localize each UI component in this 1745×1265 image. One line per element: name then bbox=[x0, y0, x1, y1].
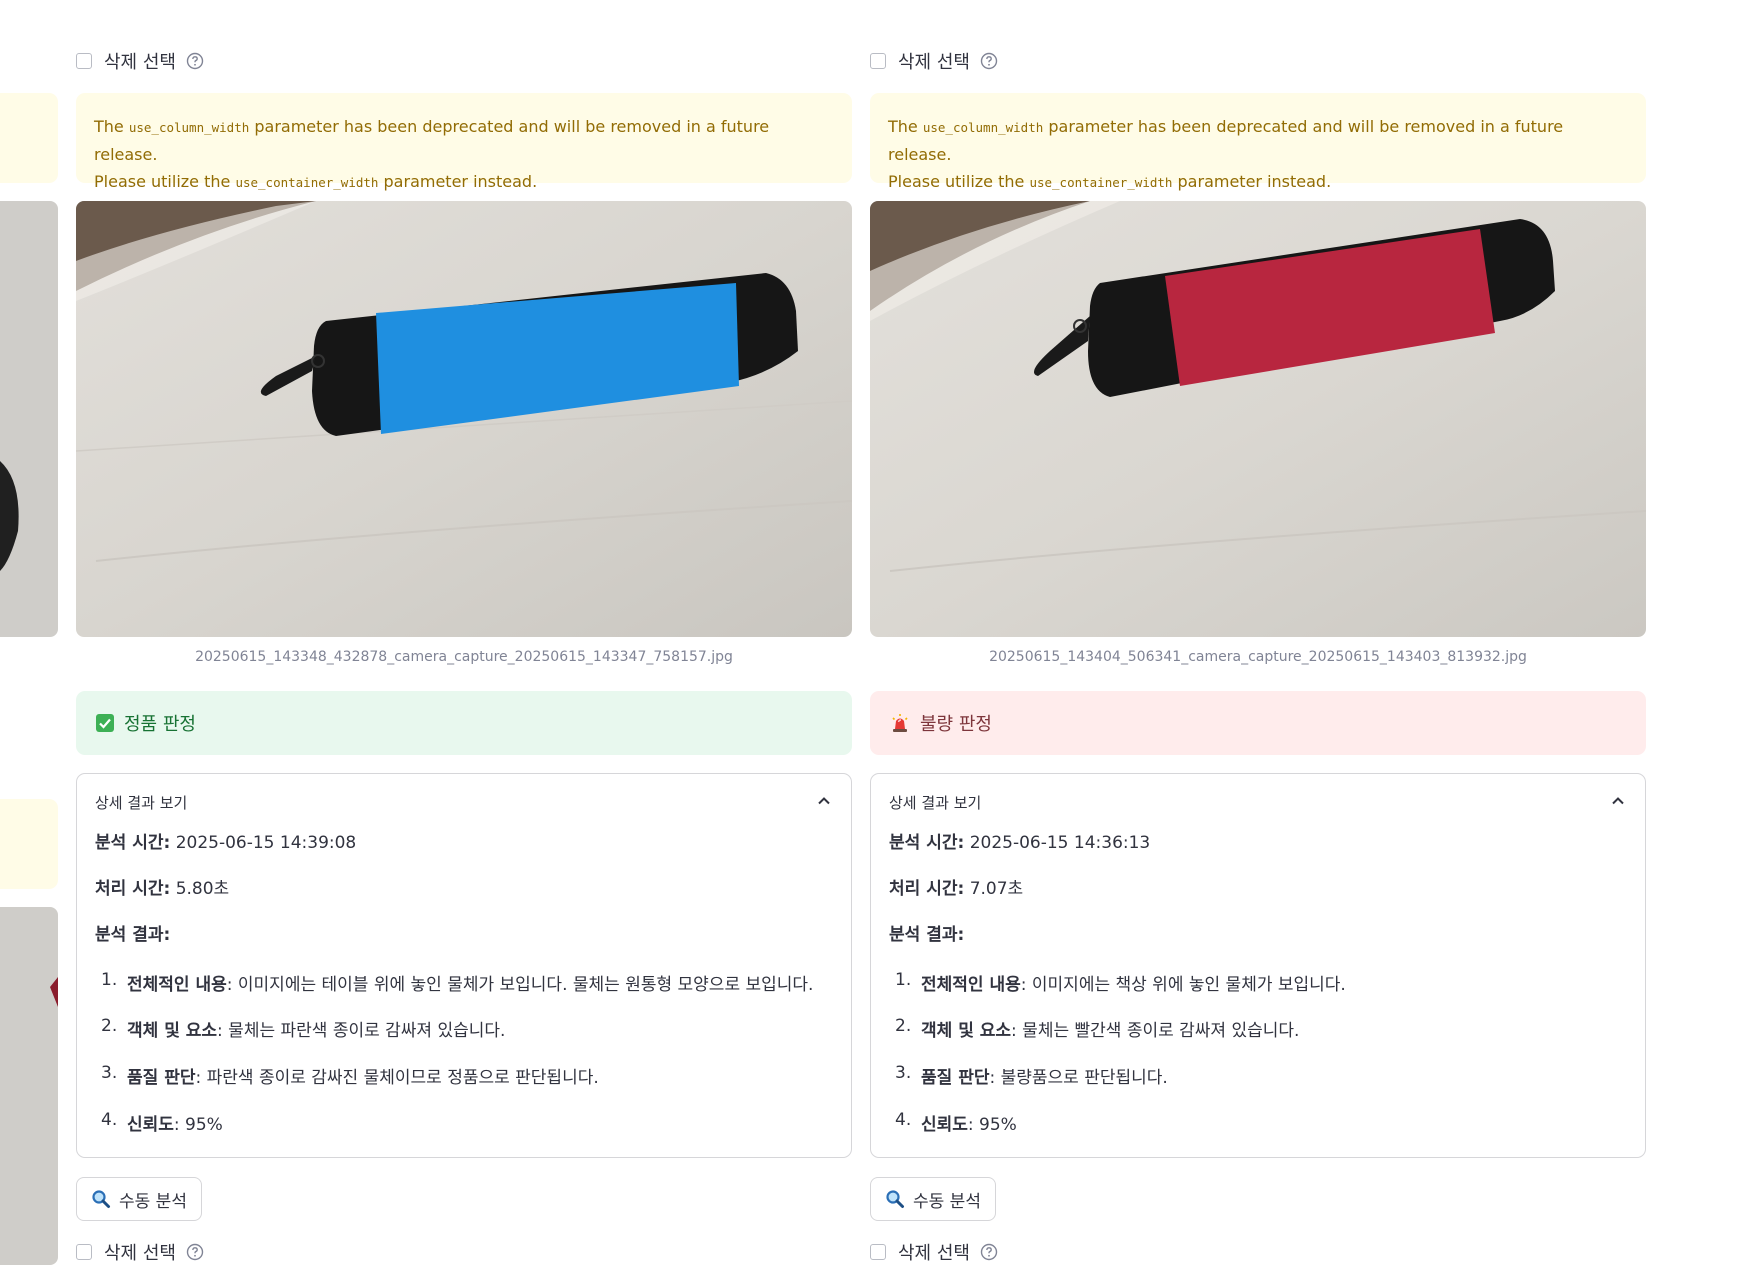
product-photo bbox=[76, 201, 852, 637]
magnifier-icon bbox=[92, 1190, 110, 1208]
magnifier-icon bbox=[886, 1190, 904, 1208]
list-item: 4. 신뢰도: 95% bbox=[101, 1110, 223, 1135]
chevron-up-icon[interactable] bbox=[817, 794, 831, 808]
status-label: 정품 판정 bbox=[124, 714, 196, 735]
clipped-photo bbox=[0, 201, 58, 637]
warning-text: Please utilize the bbox=[888, 172, 1030, 191]
warning-code: use_container_width bbox=[235, 175, 379, 190]
results-page: 삭제 선택 The use_column_width parameter has… bbox=[0, 0, 1745, 1265]
manual-analysis-label: 수동 분석 bbox=[913, 1191, 981, 1212]
delete-select-row: 삭제 선택 bbox=[76, 1238, 204, 1265]
manual-analysis-label: 수동 분석 bbox=[119, 1191, 187, 1212]
warning-text: parameter instead. bbox=[378, 172, 538, 191]
expander-title[interactable]: 상세 결과 보기 bbox=[889, 792, 981, 813]
warning-code: use_column_width bbox=[128, 120, 250, 135]
deprecation-warning: The use_column_width parameter has been … bbox=[870, 93, 1646, 191]
delete-select-checkbox[interactable] bbox=[870, 1244, 886, 1260]
clipped-image-top bbox=[0, 201, 58, 637]
delete-select-checkbox[interactable] bbox=[870, 53, 886, 69]
check-box-icon bbox=[96, 714, 114, 732]
analysis-time: 분석 시간: 2025-06-15 14:36:13 bbox=[889, 833, 1151, 853]
help-icon[interactable] bbox=[186, 52, 204, 70]
help-icon[interactable] bbox=[980, 52, 998, 70]
delete-select-label: 삭제 선택 bbox=[898, 1243, 970, 1264]
analysis-time: 분석 시간: 2025-06-15 14:39:08 bbox=[95, 833, 357, 853]
status-defective: 불량 판정 bbox=[870, 691, 1646, 755]
manual-analysis-button[interactable]: 수동 분석 bbox=[76, 1177, 202, 1221]
delete-select-row: 삭제 선택 bbox=[870, 47, 998, 75]
delete-select-checkbox[interactable] bbox=[76, 1244, 92, 1260]
delete-select-row: 삭제 선택 bbox=[870, 1238, 998, 1265]
delete-select-label: 삭제 선택 bbox=[898, 52, 970, 73]
warning-text: The bbox=[888, 117, 923, 136]
help-icon[interactable] bbox=[980, 1243, 998, 1261]
list-item: 3. 품질 판단: 불량품으로 판단됩니다. bbox=[895, 1063, 1168, 1088]
analysis-result-heading: 분석 결과: bbox=[95, 925, 171, 945]
list-item: 3. 품질 판단: 파란색 종이로 감싸진 물체이므로 정품으로 판단됩니다. bbox=[101, 1063, 599, 1088]
clipped-photo-2 bbox=[0, 907, 58, 1265]
processing-time: 처리 시간: 5.80초 bbox=[95, 879, 230, 899]
manual-analysis-button[interactable]: 수동 분석 bbox=[870, 1177, 996, 1221]
list-item: 2. 객체 및 요소: 물체는 빨간색 종이로 감싸져 있습니다. bbox=[895, 1016, 1300, 1041]
detail-expander[interactable]: 상세 결과 보기 분석 시간: 2025-06-15 14:39:08 처리 시… bbox=[76, 773, 852, 1158]
page-scrollbar[interactable] bbox=[1721, 0, 1731, 1265]
warning-code: use_container_width bbox=[1029, 175, 1173, 190]
delete-select-label: 삭제 선택 bbox=[104, 52, 176, 73]
clipped-warning-top bbox=[0, 93, 58, 183]
list-item: 1. 전체적인 내용: 이미지에는 테이블 위에 놓인 물체가 보입니다. 물체는… bbox=[101, 970, 814, 995]
product-photo bbox=[870, 201, 1646, 637]
delete-select-checkbox[interactable] bbox=[76, 53, 92, 69]
list-item: 1. 전체적인 내용: 이미지에는 책상 위에 놓인 물체가 보입니다. bbox=[895, 970, 1346, 995]
processing-time: 처리 시간: 7.07초 bbox=[889, 879, 1024, 899]
warning-text: parameter instead. bbox=[1172, 172, 1332, 191]
list-item: 4. 신뢰도: 95% bbox=[895, 1110, 1017, 1135]
analysis-result-heading: 분석 결과: bbox=[889, 925, 965, 945]
delete-select-row: 삭제 선택 bbox=[76, 47, 204, 75]
status-genuine: 정품 판정 bbox=[76, 691, 852, 755]
help-icon[interactable] bbox=[186, 1243, 204, 1261]
detail-expander[interactable]: 상세 결과 보기 분석 시간: 2025-06-15 14:36:13 처리 시… bbox=[870, 773, 1646, 1158]
status-label: 불량 판정 bbox=[920, 714, 992, 735]
delete-select-label: 삭제 선택 bbox=[104, 1243, 176, 1264]
expander-title[interactable]: 상세 결과 보기 bbox=[95, 792, 187, 813]
chevron-up-icon[interactable] bbox=[1611, 794, 1625, 808]
captured-image bbox=[76, 201, 852, 637]
list-item: 2. 객체 및 요소: 물체는 파란색 종이로 감싸져 있습니다. bbox=[101, 1016, 506, 1041]
image-caption: 20250615_143348_432878_camera_capture_20… bbox=[195, 649, 733, 665]
clipped-warning-bottom bbox=[0, 799, 58, 889]
siren-icon bbox=[892, 714, 908, 732]
captured-image bbox=[870, 201, 1646, 637]
deprecation-warning: The use_column_width parameter has been … bbox=[76, 93, 852, 191]
warning-text: Please utilize the bbox=[94, 172, 236, 191]
clipped-image-bottom bbox=[0, 907, 58, 1265]
warning-code: use_column_width bbox=[922, 120, 1044, 135]
warning-text: The bbox=[94, 117, 129, 136]
image-caption: 20250615_143404_506341_camera_capture_20… bbox=[989, 649, 1527, 665]
